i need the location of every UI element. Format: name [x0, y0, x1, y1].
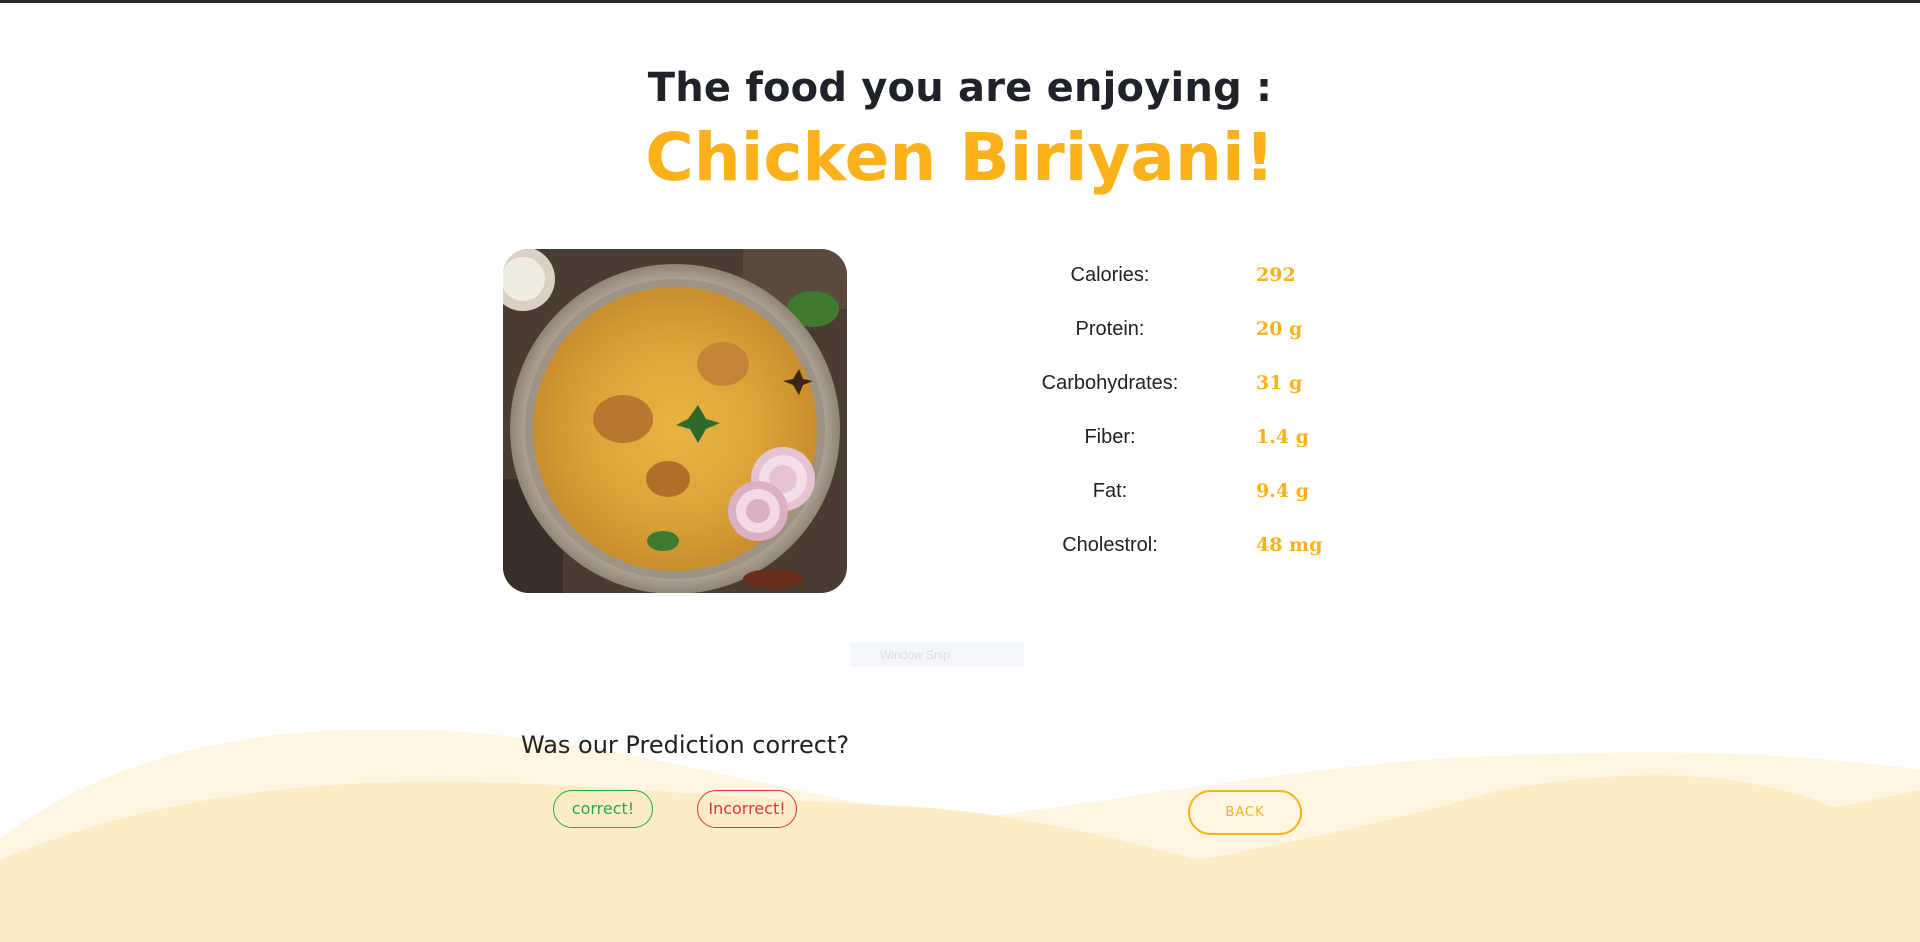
nutrition-label: Protein:	[1075, 318, 1145, 340]
nutrition-label: Fiber:	[1084, 426, 1136, 448]
decorative-waves	[0, 730, 1920, 942]
window-snip-hint: Window Snip	[850, 643, 1024, 667]
food-image	[503, 249, 847, 593]
nutrition-label: Cholestrol:	[1062, 534, 1158, 556]
incorrect-button[interactable]: Incorrect!	[697, 790, 797, 828]
nutrition-label: Calories:	[1070, 264, 1150, 286]
biryani-plate-icon	[503, 249, 847, 593]
nutrition-row-calories: Calories: 292	[1010, 255, 1410, 309]
nutrition-value: 31 g	[1256, 372, 1303, 394]
nutrition-row-protein: Protein: 20 g	[1010, 309, 1410, 363]
back-button[interactable]: BACK	[1188, 790, 1302, 835]
page: The food you are enjoying : Chicken Biri…	[0, 0, 1920, 942]
nutrition-value: 1.4 g	[1256, 426, 1309, 448]
nutrition-value: 9.4 g	[1256, 480, 1309, 502]
top-border	[0, 0, 1920, 3]
nutrition-row-fiber: Fiber: 1.4 g	[1010, 417, 1410, 471]
nutrition-value: 48 mg	[1256, 534, 1323, 556]
nutrition-label: Carbohydrates:	[1041, 372, 1179, 394]
prediction-question: Was our Prediction correct?	[521, 731, 850, 759]
nutrition-value: 20 g	[1256, 318, 1303, 340]
nutrition-label: Fat:	[1092, 480, 1128, 502]
page-subtitle: The food you are enjoying :	[647, 65, 1273, 111]
food-name: Chicken Biriyani!	[645, 119, 1275, 196]
nutrition-row-carbohydrates: Carbohydrates: 31 g	[1010, 363, 1410, 417]
nutrition-table: Calories: 292 Protein: 20 g Carbohydrate…	[1010, 255, 1410, 579]
heading: The food you are enjoying : Chicken Biri…	[0, 58, 1920, 198]
nutrition-value: 292	[1256, 264, 1296, 286]
nutrition-row-cholestrol: Cholestrol: 48 mg	[1010, 525, 1410, 579]
correct-button[interactable]: correct!	[553, 790, 653, 828]
nutrition-row-fat: Fat: 9.4 g	[1010, 471, 1410, 525]
